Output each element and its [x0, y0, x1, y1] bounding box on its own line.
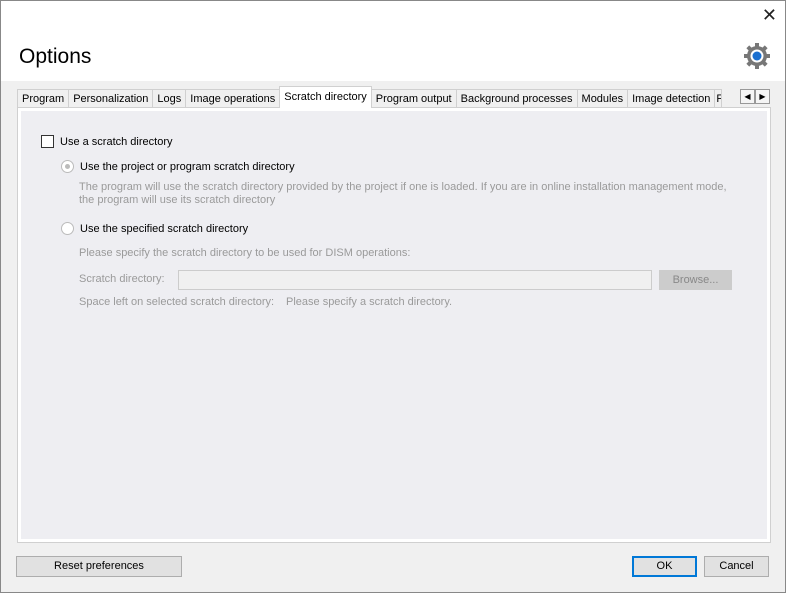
tab-scroll-right-icon[interactable]: ▶ [755, 89, 770, 104]
tab-scroll: ◀ ▶ [740, 89, 770, 104]
tab-program[interactable]: Program [17, 89, 70, 108]
tab-bar: Program Personalization Logs Image opera… [17, 86, 723, 108]
scratch-directory-label: Scratch directory: [79, 273, 165, 285]
use-scratch-label: Use a scratch directory [60, 136, 173, 148]
reset-preferences-button[interactable]: Reset preferences [16, 556, 182, 577]
option-specified-scratch-radio[interactable]: Use the specified scratch directory [61, 222, 248, 235]
option-project-scratch-radio[interactable]: Use the project or program scratch direc… [61, 160, 295, 173]
tab-truncated[interactable]: F [714, 89, 723, 108]
option2-label: Use the specified scratch directory [80, 223, 249, 235]
dialog-header: ✕ Options [1, 1, 785, 81]
tab-image-operations[interactable]: Image operations [185, 89, 281, 108]
close-icon[interactable]: ✕ [762, 5, 777, 26]
tab-image-detection[interactable]: Image detection [627, 89, 716, 108]
ok-button[interactable]: OK [632, 556, 697, 577]
dialog-title: Options [19, 45, 92, 68]
option1-label: Use the project or program scratch direc… [80, 161, 295, 173]
tab-modules[interactable]: Modules [576, 89, 629, 108]
gear-icon [744, 43, 770, 69]
space-left-label: Space left on selected scratch directory… [79, 296, 275, 308]
option1-desc-1: The program will use the scratch directo… [79, 181, 727, 193]
tab-logs[interactable]: Logs [152, 89, 187, 108]
scratch-directory-input[interactable] [178, 270, 652, 290]
options-dialog: ✕ Options Program Personalization Logs I… [0, 0, 786, 593]
option1-desc-2: the program will use its scratch directo… [79, 194, 276, 206]
radio-circle[interactable] [61, 222, 74, 235]
radio-circle[interactable] [61, 160, 74, 173]
tab-personalization[interactable]: Personalization [68, 89, 154, 108]
tab-scratch-directory[interactable]: Scratch directory [279, 86, 372, 108]
specify-text: Please specify the scratch directory to … [79, 247, 411, 259]
tab-panel: Use a scratch directory Use the project … [17, 107, 771, 543]
tab-scroll-left-icon[interactable]: ◀ [740, 89, 755, 104]
space-left-value: Please specify a scratch directory. [286, 296, 453, 308]
cancel-button[interactable]: Cancel [704, 556, 769, 577]
browse-button[interactable]: Browse... [659, 270, 732, 290]
checkbox-box[interactable] [41, 135, 54, 148]
tab-background-processes[interactable]: Background processes [455, 89, 578, 108]
tab-program-output[interactable]: Program output [370, 89, 457, 108]
use-scratch-checkbox[interactable]: Use a scratch directory [41, 135, 172, 148]
